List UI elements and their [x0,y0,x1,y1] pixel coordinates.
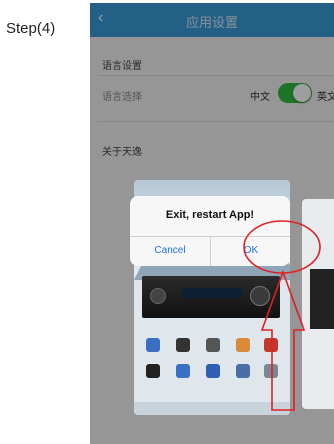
dialog-message: Exit, restart App! [165,209,255,221]
feature-icon [176,364,190,378]
step-label: Step(4) [6,20,56,37]
feature-icon [236,364,250,378]
feature-icon [264,338,278,352]
restart-dialog: Exit, restart App! Cancel OK [130,196,290,266]
feature-icon [206,338,220,352]
feature-icon [236,338,250,352]
feature-icon [146,338,160,352]
device-image [310,269,334,329]
receiver-display [182,288,242,298]
card-footer [134,402,290,415]
av-receiver-image [142,276,280,318]
ok-button[interactable]: OK [211,236,290,266]
feature-icon [176,338,190,352]
feature-icon [146,364,160,378]
side-product-card [302,199,334,409]
feature-icons-row [142,364,282,380]
phone-screen: ‹ 应用设置 语言设置 语言选择 中文 英文 关于天逸 Exit, restar… [90,3,334,444]
cancel-button[interactable]: Cancel [130,236,210,266]
feature-icon [206,364,220,378]
feature-icons-row [142,338,282,354]
receiver-knob [250,286,270,306]
receiver-knob [150,288,166,304]
feature-icon [264,364,278,378]
